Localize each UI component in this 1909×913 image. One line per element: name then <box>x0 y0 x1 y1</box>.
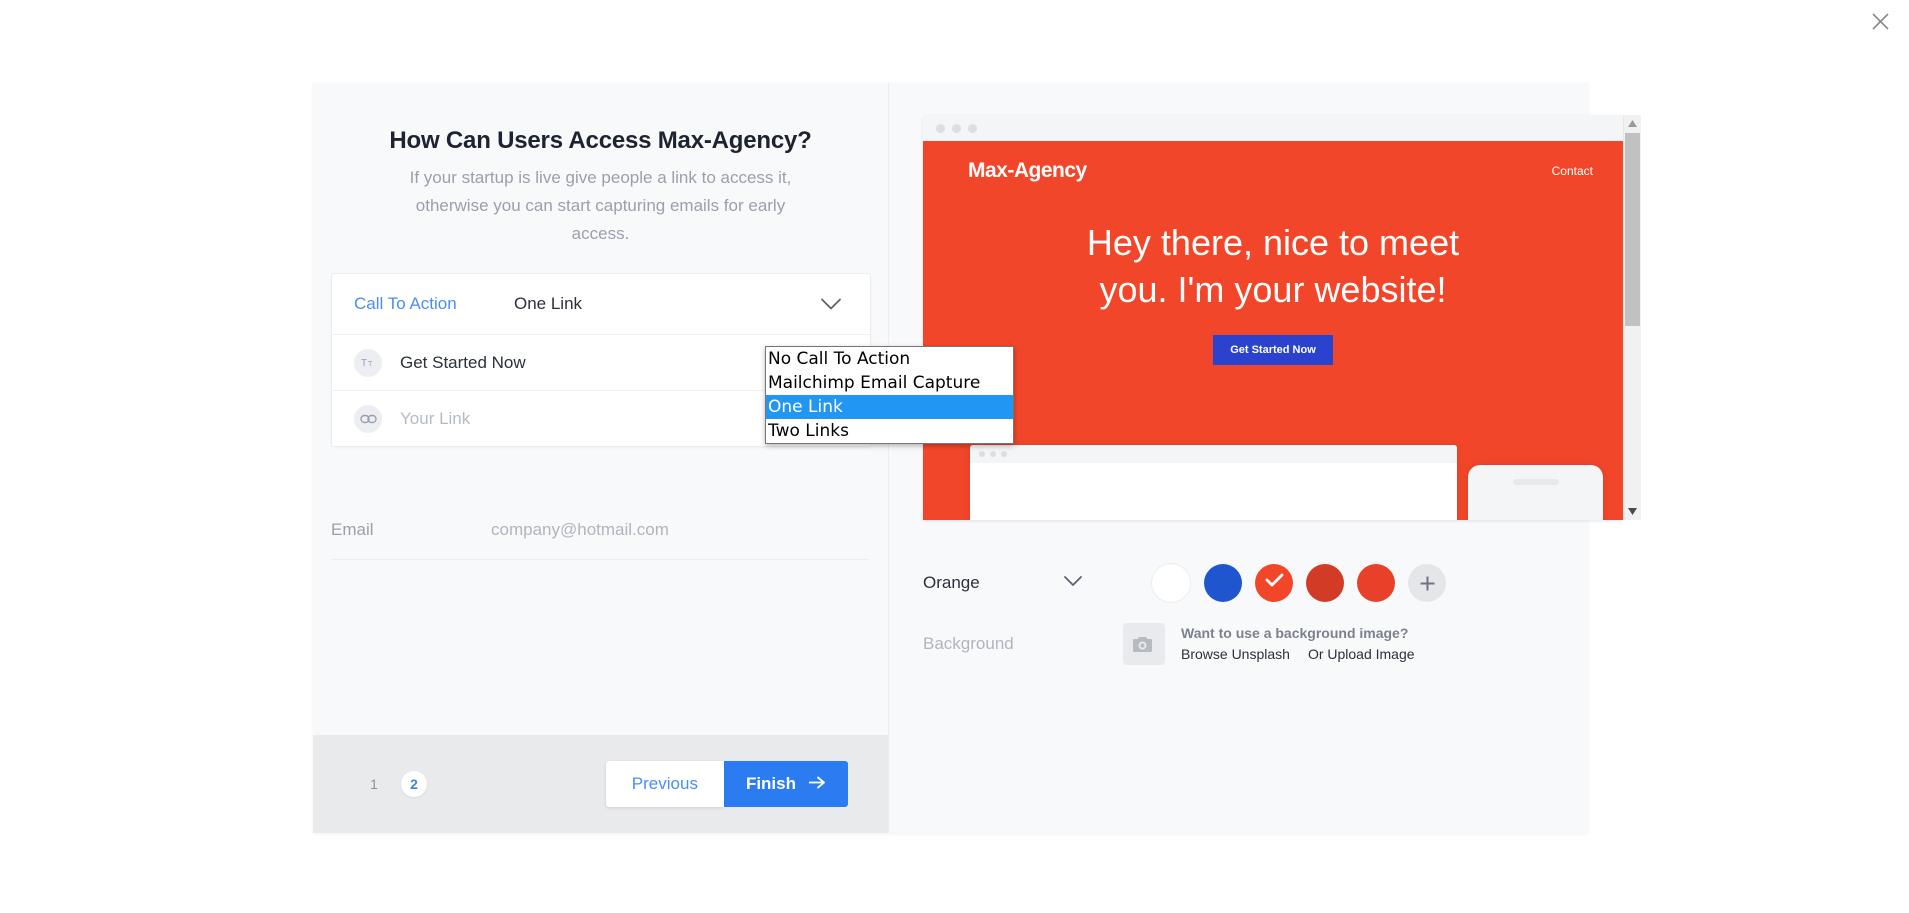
background-links: Browse Unsplash Or Upload Image <box>1181 646 1415 662</box>
finish-button-label: Finish <box>745 774 796 793</box>
preview-hero-line-2: you. I'm your website! <box>1099 269 1447 310</box>
chevron-down-icon <box>1063 574 1083 592</box>
preview-hero-line-1: Hey there, nice to meet <box>1086 222 1460 263</box>
preview-contact-link[interactable]: Contact <box>1552 164 1593 178</box>
preview-logo: Max-Agency <box>968 159 1087 182</box>
page-title: How Can Users Access Max-Agency? <box>389 127 812 154</box>
preview-hero-button-wrap: Get Started Now <box>923 313 1623 365</box>
phone-speaker-bar <box>1512 479 1559 485</box>
check-icon <box>1265 573 1284 593</box>
email-value: company@hotmail.com <box>491 520 669 539</box>
dropdown-option-two-links[interactable]: Two Links <box>766 419 1013 443</box>
inner-window-dot-yellow <box>990 451 996 457</box>
caret-down-icon[interactable] <box>1624 503 1641 520</box>
caret-up-glyph <box>1628 120 1637 127</box>
close-glyph <box>1871 12 1889 30</box>
upload-image-link[interactable]: Or Upload Image <box>1308 646 1415 662</box>
cta-dropdown-list[interactable]: No Call To Action Mailchimp Email Captur… <box>765 346 1014 444</box>
inner-window-dot-red <box>979 451 985 457</box>
background-content: Want to use a background image? Browse U… <box>1123 623 1415 665</box>
window-dot-green <box>968 123 977 133</box>
website-preview: Max-Agency Contact Hey there, nice to me… <box>923 115 1623 520</box>
dropdown-option-one-link[interactable]: One Link <box>766 395 1013 419</box>
browser-titlebar <box>923 115 1623 141</box>
step-1[interactable]: 1 <box>361 771 387 797</box>
background-label: Background <box>923 634 1014 653</box>
link-glyph <box>359 414 377 423</box>
cta-select[interactable]: One Link <box>514 274 848 334</box>
color-name-value: Orange <box>923 573 980 592</box>
left-form-body: How Can Users Access Max-Agency? If your… <box>313 83 1014 735</box>
inner-window-dot-green <box>1001 451 1007 457</box>
cta-label: Call To Action <box>354 294 457 313</box>
arrow-right-glyph <box>809 776 825 789</box>
window-dot-yellow <box>952 123 961 133</box>
color-picker-row: Orange <box>889 553 1588 613</box>
dropdown-option-no-call-to-action[interactable]: No Call To Action <box>766 347 1013 371</box>
preview-scrollbar[interactable] <box>1623 115 1641 520</box>
check-glyph <box>1265 573 1283 587</box>
preview-body: Max-Agency Contact Hey there, nice to me… <box>923 141 1623 520</box>
previous-button[interactable]: Previous <box>605 761 724 807</box>
color-swatches <box>1151 563 1446 603</box>
cta-link-placeholder: Your Link <box>400 408 471 428</box>
step-2[interactable]: 2 <box>401 771 427 797</box>
preview-inner-browser-card <box>970 445 1457 520</box>
preview-phone-mockup <box>1468 465 1603 520</box>
step-indicator: 1 2 <box>361 771 427 797</box>
dropdown-option-mailchimp-email-capture[interactable]: Mailchimp Email Capture <box>766 371 1013 395</box>
email-row[interactable]: Email company@hotmail.com <box>331 501 869 560</box>
color-name-select[interactable]: Orange <box>923 573 1111 593</box>
background-question: Want to use a background image? <box>1181 625 1409 641</box>
color-swatch-red-orange[interactable] <box>1357 564 1395 602</box>
background-row: Background Want to use a background imag… <box>889 623 1588 665</box>
page-subtitle: If your startup is live give people a li… <box>409 168 792 243</box>
cta-button-text-value: Get Started Now <box>400 352 526 372</box>
svg-text:T: T <box>361 358 367 369</box>
caret-up-icon[interactable] <box>1624 115 1641 132</box>
setup-modal: How Can Users Access Max-Agency? If your… <box>313 83 1641 833</box>
color-swatch-dark-red[interactable] <box>1306 564 1344 602</box>
cta-select-value: One Link <box>514 294 583 313</box>
close-icon[interactable] <box>1861 2 1899 40</box>
scrollbar-thumb[interactable] <box>1625 133 1640 326</box>
finish-button[interactable]: Finish <box>723 761 848 807</box>
app-root: How Can Users Access Max-Agency? If your… <box>0 0 1909 913</box>
color-swatch-blue[interactable] <box>1204 564 1242 602</box>
camera-glyph <box>1133 636 1152 652</box>
caret-down-glyph <box>1628 508 1637 515</box>
preview-navbar: Max-Agency Contact <box>923 141 1623 183</box>
email-label: Email <box>331 520 374 539</box>
add-color-button[interactable] <box>1408 564 1446 602</box>
window-dot-red <box>936 123 945 133</box>
preview-inner-browser-titlebar <box>970 445 1457 463</box>
preview-hero: Hey there, nice to meet you. I'm your we… <box>923 219 1623 365</box>
cta-select-row: Call To Action One Link <box>332 274 870 334</box>
svg-text:T: T <box>368 361 373 368</box>
background-texts: Want to use a background image? Browse U… <box>1181 623 1415 662</box>
right-preview-column: Max-Agency Contact Hey there, nice to me… <box>888 83 1641 833</box>
camera-icon[interactable] <box>1123 623 1165 665</box>
chevron-down-glyph <box>821 298 841 310</box>
browse-unsplash-link[interactable]: Browse Unsplash <box>1181 646 1290 662</box>
color-swatch-orange-red[interactable] <box>1255 564 1293 602</box>
plus-icon <box>1420 576 1434 590</box>
chevron-down-glyph <box>1064 576 1082 586</box>
text-format-glyph: T T <box>361 358 373 369</box>
text-format-icon: T T <box>354 348 382 377</box>
arrow-right-icon <box>808 774 826 794</box>
chevron-down-icon <box>820 298 842 311</box>
color-swatch-white[interactable] <box>1151 563 1191 603</box>
left-form-column: How Can Users Access Max-Agency? If your… <box>313 83 1014 833</box>
preview-hero-button[interactable]: Get Started Now <box>1213 335 1333 365</box>
wizard-footer: 1 2 Previous Finish <box>313 735 888 833</box>
link-icon <box>354 404 382 433</box>
